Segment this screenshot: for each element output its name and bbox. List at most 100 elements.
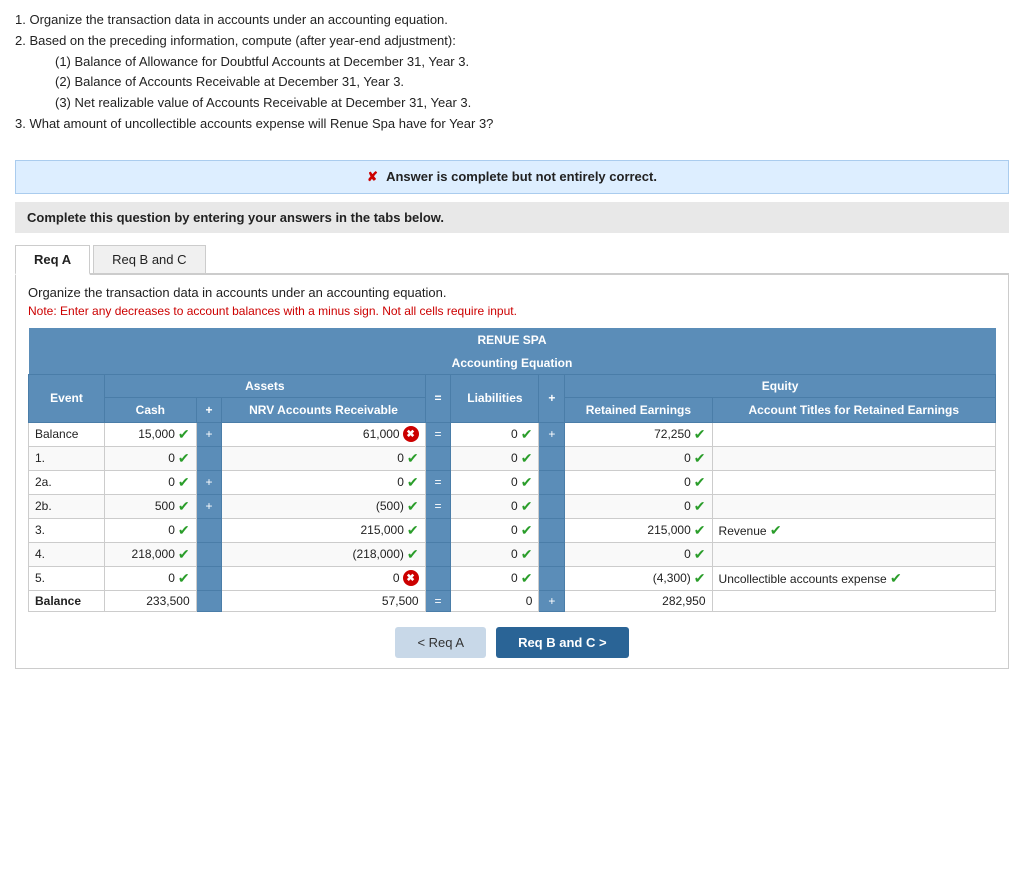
check-green-icon: ✔ [694, 570, 706, 587]
check-green-icon: ✔ [178, 546, 190, 563]
event-header: Event [29, 374, 105, 422]
check-green-icon: ✔ [178, 522, 190, 539]
cash-header: Cash [105, 397, 197, 422]
tab-req-b-c[interactable]: Req B and C [93, 245, 205, 273]
liabilities-cell: 0✔ [451, 518, 539, 542]
cash-cell: 0✔ [105, 566, 197, 590]
tabs-container: Req A Req B and C [15, 245, 1009, 275]
nrv-cell: 0✔ [222, 446, 425, 470]
equals-operator [425, 518, 451, 542]
account-title-cell: Revenue ✔ [712, 518, 995, 542]
check-green-icon: ✔ [521, 522, 533, 539]
nrv-cell: 61,000✖ [222, 422, 425, 446]
plus1-operator: + [196, 422, 222, 446]
alert-icon: ✘ [367, 169, 378, 184]
table-title-row: RENUE SPA [29, 328, 996, 352]
check-green-icon: ✔ [521, 570, 533, 587]
account-title-cell: Uncollectible accounts expense ✔ [712, 566, 995, 590]
equals-operator: = [425, 494, 451, 518]
plus2-operator [539, 470, 565, 494]
nrv-header: NRV Accounts Receivable [222, 397, 425, 422]
nrv-cell: 0✖ [222, 566, 425, 590]
retained-earnings-cell: 0✔ [565, 542, 712, 566]
cash-cell: 0✔ [105, 470, 197, 494]
plus1-operator [196, 590, 222, 611]
check-green-icon: ✔ [407, 474, 419, 491]
cash-cell: 233,500 [105, 590, 197, 611]
x-circle-icon: ✖ [403, 426, 419, 442]
cash-cell: 0✔ [105, 446, 197, 470]
nrv-cell: 215,000✔ [222, 518, 425, 542]
note-text: Note: Enter any decreases to account bal… [28, 304, 996, 318]
plus2-operator [539, 566, 565, 590]
liabilities-cell: 0✔ [451, 494, 539, 518]
plus2-operator [539, 542, 565, 566]
account-title-cell [712, 494, 995, 518]
instruction-sub2: (2) Balance of Accounts Receivable at De… [55, 72, 1009, 93]
instruction-1: 1. Organize the transaction data in acco… [15, 10, 1009, 31]
forward-button[interactable]: Req B and C > [496, 627, 629, 658]
retained-earnings-cell: 72,250✔ [565, 422, 712, 446]
check-green-icon: ✔ [407, 522, 419, 539]
equals-operator: = [425, 590, 451, 611]
retained-earnings-cell: 0✔ [565, 470, 712, 494]
account-title-cell [712, 446, 995, 470]
event-cell: Balance [29, 422, 105, 446]
cash-cell: 15,000✔ [105, 422, 197, 446]
complete-box: Complete this question by entering your … [15, 202, 1009, 233]
assets-header: Assets [105, 374, 426, 397]
retained-earnings-cell: 282,950 [565, 590, 712, 611]
check-green-icon: ✔ [694, 426, 706, 443]
check-green-icon: ✔ [694, 450, 706, 467]
nrv-cell: 57,500 [222, 590, 425, 611]
plus1-operator [196, 518, 222, 542]
nrv-cell: (500)✔ [222, 494, 425, 518]
equals-operator: = [425, 470, 451, 494]
table-subtitle: Accounting Equation [29, 352, 996, 375]
check-green-icon: ✔ [407, 450, 419, 467]
account-title-cell [712, 422, 995, 446]
instruction-3: 3. What amount of uncollectible accounts… [15, 114, 1009, 135]
tab-req-a[interactable]: Req A [15, 245, 90, 275]
check-green-icon: ✔ [178, 426, 190, 443]
instructions: 1. Organize the transaction data in acco… [15, 10, 1009, 135]
retained-earnings-cell: 0✔ [565, 494, 712, 518]
liabilities-cell: 0✔ [451, 470, 539, 494]
account-title-cell [712, 590, 995, 611]
retained-header: Retained Earnings [565, 397, 712, 422]
complete-text: Complete this question by entering your … [27, 210, 444, 225]
nrv-cell: 0✔ [222, 470, 425, 494]
accounting-table: RENUE SPA Accounting Equation Event Asse… [28, 328, 996, 612]
event-cell: 3. [29, 518, 105, 542]
check-green-icon: ✔ [178, 570, 190, 587]
retained-earnings-cell: 215,000✔ [565, 518, 712, 542]
plus1-operator [196, 566, 222, 590]
nav-buttons: < Req A Req B and C > [28, 627, 996, 658]
equals-operator: = [425, 422, 451, 446]
back-button[interactable]: < Req A [395, 627, 486, 658]
cash-cell: 500✔ [105, 494, 197, 518]
account-title-cell [712, 470, 995, 494]
liabilities-cell: 0✔ [451, 566, 539, 590]
instruction-2: 2. Based on the preceding information, c… [15, 31, 1009, 52]
event-cell: 4. [29, 542, 105, 566]
plus1-operator [196, 446, 222, 470]
cash-cell: 218,000✔ [105, 542, 197, 566]
tab-content: Organize the transaction data in account… [15, 275, 1009, 669]
event-cell: Balance [29, 590, 105, 611]
equals-header: = [425, 374, 451, 422]
plus2-operator [539, 518, 565, 542]
check-green-icon: ✔ [178, 498, 190, 515]
event-cell: 2a. [29, 470, 105, 494]
instruction-sub3: (3) Net realizable value of Accounts Rec… [55, 93, 1009, 114]
retained-earnings-cell: (4,300)✔ [565, 566, 712, 590]
check-green-icon: ✔ [521, 450, 533, 467]
check-green-icon: ✔ [694, 546, 706, 563]
check-green-icon: ✔ [521, 426, 533, 443]
check-green-icon: ✔ [694, 522, 706, 539]
check-green-icon: ✔ [890, 570, 902, 586]
alert-text: Answer is complete but not entirely corr… [386, 169, 657, 184]
check-green-icon: ✔ [521, 474, 533, 491]
equals-operator [425, 446, 451, 470]
equals-operator [425, 566, 451, 590]
